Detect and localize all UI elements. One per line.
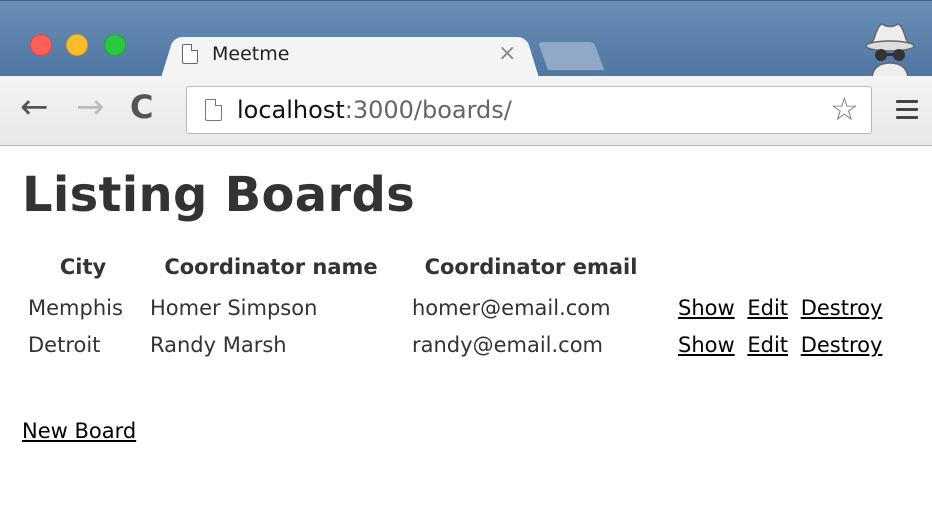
destroy-link[interactable]: Destroy <box>801 333 883 357</box>
header-city: City <box>59 255 107 279</box>
star-icon[interactable]: ☆ <box>830 90 859 128</box>
new-board-link[interactable]: New Board <box>22 419 136 443</box>
table-row: Detroit Randy Marsh randy@email.com Show… <box>24 328 892 365</box>
table-header-row: City Coordinator name Coordinator email <box>24 251 892 291</box>
minimize-window-button[interactable] <box>66 34 88 56</box>
reload-icon[interactable]: C <box>130 90 153 124</box>
show-link[interactable]: Show <box>678 296 735 320</box>
browser-titlebar: Meetme × <box>0 0 932 81</box>
incognito-icon <box>865 23 915 77</box>
cell-coordinator-name: Homer Simpson <box>150 296 318 320</box>
address-bar[interactable]: localhost:3000/boards/ ☆ <box>186 86 872 134</box>
header-actions <box>662 251 892 291</box>
destroy-link[interactable]: Destroy <box>801 296 883 320</box>
active-tab-content: Meetme × <box>182 35 532 75</box>
cell-coordinator-name: Randy Marsh <box>150 333 287 357</box>
cell-city: Memphis <box>28 296 123 320</box>
header-coordinator-name: Coordinator name <box>164 255 378 279</box>
page-title: Listing Boards <box>22 167 416 223</box>
show-link[interactable]: Show <box>678 333 735 357</box>
back-arrow-icon[interactable]: ← <box>20 90 49 124</box>
url-host: localhost <box>237 96 345 124</box>
tab-title: Meetme <box>212 43 290 65</box>
new-tab-button[interactable] <box>536 41 606 71</box>
cell-coordinator-email: randy@email.com <box>412 333 604 357</box>
page-content: Listing Boards City Coordinator name Coo… <box>0 147 932 527</box>
edit-link[interactable]: Edit <box>747 296 788 320</box>
tab-close-icon[interactable]: × <box>498 41 516 66</box>
url-text[interactable]: localhost:3000/boards/ <box>237 96 512 124</box>
cell-actions: Show Edit Destroy <box>662 328 892 365</box>
cell-actions: Show Edit Destroy <box>662 291 892 328</box>
table-row: Memphis Homer Simpson homer@email.com Sh… <box>24 291 892 328</box>
cell-city: Detroit <box>28 333 101 357</box>
browser-toolbar: ← → C localhost:3000/boards/ ☆ <box>0 76 932 146</box>
header-coordinator-email: Coordinator email <box>424 255 638 279</box>
forward-arrow-icon[interactable]: → <box>76 90 105 124</box>
page-icon <box>205 99 222 121</box>
url-path: :3000/boards/ <box>344 96 512 124</box>
cell-coordinator-email: homer@email.com <box>412 296 611 320</box>
menu-icon[interactable] <box>896 100 918 120</box>
edit-link[interactable]: Edit <box>747 333 788 357</box>
close-window-button[interactable] <box>30 34 52 56</box>
boards-table: City Coordinator name Coordinator email … <box>24 251 892 365</box>
page-icon <box>182 44 198 64</box>
zoom-window-button[interactable] <box>104 34 126 56</box>
